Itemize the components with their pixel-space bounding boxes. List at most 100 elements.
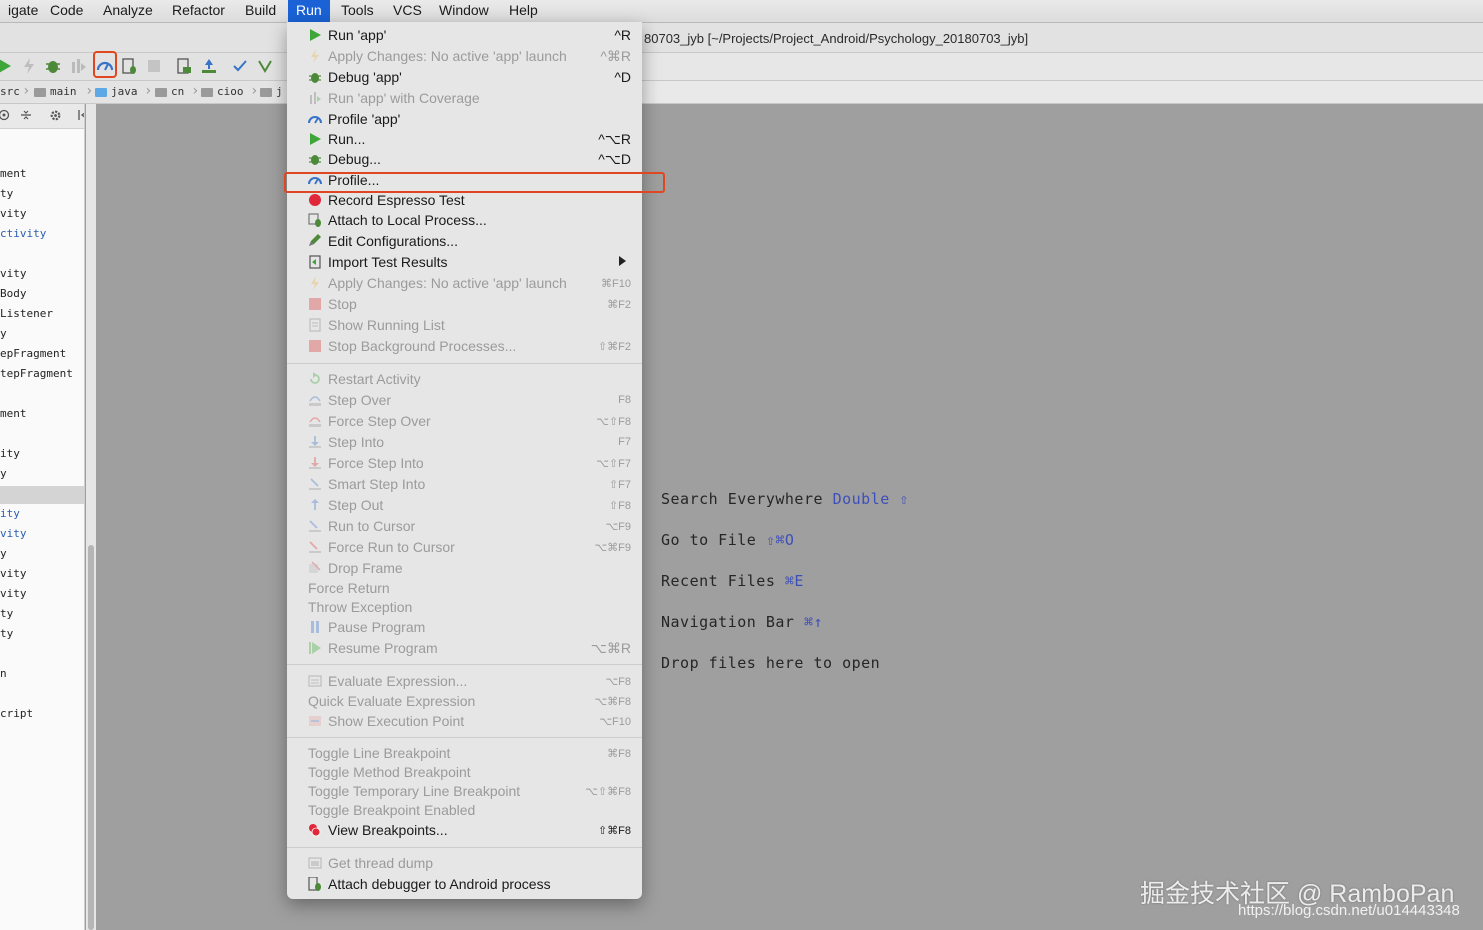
tree-item[interactable]: ty — [0, 186, 13, 202]
menu-vcs[interactable]: VCS — [385, 0, 430, 22]
menu-item-show-execution-point[interactable]: Show Execution Point ⌥F10 — [287, 711, 642, 731]
profile-icon — [308, 116, 322, 124]
menu-item-toggle-method-breakpoint[interactable]: Toggle Method Breakpoint — [287, 762, 642, 782]
collapse-all-icon[interactable] — [20, 109, 32, 121]
menu-item-debug[interactable]: Debug... ^⌥D — [287, 149, 642, 169]
tree-item[interactable]: ity — [0, 506, 20, 522]
tree-item[interactable]: Body — [0, 286, 27, 302]
menu-item-profile-app[interactable]: Profile 'app' — [287, 109, 642, 129]
menu-item-force-step-over[interactable]: Force Step Over ⌥⇧F8 — [287, 411, 642, 431]
menu-item-apply-changes-no-active-app-launch[interactable]: Apply Changes: No active 'app' launch ⌘F1… — [287, 273, 642, 293]
menu-item-run-to-cursor[interactable]: Run to Cursor ⌥F9 — [287, 516, 642, 536]
breadcrumb-java[interactable]: java — [95, 85, 138, 98]
menu-item-label: View Breakpoints... — [328, 822, 448, 838]
menu-item-force-run-to-cursor[interactable]: Force Run to Cursor ⌥⌘F9 — [287, 537, 642, 557]
tree-item[interactable]: vity — [0, 526, 27, 542]
breadcrumb-package[interactable]: j — [260, 85, 283, 98]
hide-panel-icon[interactable] — [77, 109, 85, 121]
evaluate-icon — [308, 675, 322, 687]
coverage-icon[interactable] — [69, 57, 87, 75]
menu-item-get-thread-dump[interactable]: Get thread dump — [287, 853, 642, 873]
menu-item-step-into[interactable]: Step Into F7 — [287, 432, 642, 452]
menu-item-stop[interactable]: Stop ⌘F2 — [287, 294, 642, 314]
menu-item-stop-background-processes[interactable]: Stop Background Processes... ⇧⌘F2 — [287, 336, 642, 356]
menu-item-toggle-breakpoint-enabled[interactable]: Toggle Breakpoint Enabled — [287, 800, 642, 820]
tree-item[interactable]: y — [0, 546, 7, 562]
menu-item-quick-evaluate-expression[interactable]: Quick Evaluate Expression ⌥⌘F8 — [287, 691, 642, 711]
locate-icon[interactable] — [0, 109, 10, 121]
menu-help[interactable]: Help — [501, 0, 546, 22]
menu-item-run-app[interactable]: Run 'app' ^R — [287, 25, 642, 45]
tree-item[interactable]: ty — [0, 606, 13, 622]
menu-item-evaluate-expression[interactable]: Evaluate Expression... ⌥F8 — [287, 671, 642, 691]
stop-icon[interactable] — [145, 57, 163, 75]
vcs-commit-icon[interactable] — [256, 57, 274, 75]
menu-item-toggle-temporary-line-breakpoint[interactable]: Toggle Temporary Line Breakpoint ⌥⇧⌘F8 — [287, 781, 642, 801]
tree-item[interactable]: ment — [0, 406, 27, 422]
menu-item-force-step-into[interactable]: Force Step Into ⌥⇧F7 — [287, 453, 642, 473]
menu-item-edit-configurations[interactable]: Edit Configurations... — [287, 231, 642, 251]
tree-item[interactable]: epFragment — [0, 346, 66, 362]
menu-item-run[interactable]: Run... ^⌥R — [287, 129, 642, 149]
menu-tools[interactable]: Tools — [333, 0, 382, 22]
tree-item[interactable]: ty — [0, 626, 13, 642]
sync-project-icon[interactable] — [175, 57, 193, 75]
menu-item-shortcut: ⇧⌘F2 — [597, 341, 631, 353]
menu-item-drop-frame[interactable]: Drop Frame — [287, 558, 642, 578]
menu-item-step-over[interactable]: Step Over F8 — [287, 390, 642, 410]
tree-item[interactable]: vity — [0, 566, 27, 582]
menu-item-throw-exception[interactable]: Throw Exception — [287, 597, 642, 617]
breadcrumb-cioo[interactable]: cioo — [201, 85, 244, 98]
menu-item-restart-activity[interactable]: Restart Activity — [287, 369, 642, 389]
debug-icon[interactable] — [44, 57, 62, 75]
run-icon — [310, 29, 321, 41]
tree-item[interactable]: cript — [0, 706, 33, 722]
tree-item[interactable]: vity — [0, 586, 27, 602]
tree-item[interactable]: n — [0, 666, 7, 682]
tree-item[interactable]: vity — [0, 206, 27, 222]
menu-code[interactable]: Code — [42, 0, 91, 22]
menu-item-view-breakpoints[interactable]: View Breakpoints... ⇧⌘F8 — [287, 820, 642, 840]
menu-item-debug-app[interactable]: Debug 'app' ^D — [287, 67, 642, 87]
menu-item-pause-program[interactable]: Pause Program — [287, 617, 642, 637]
apply-changes-icon[interactable] — [20, 57, 38, 75]
menu-item-shortcut: ⌥F10 — [599, 716, 631, 728]
menu-item-show-running-list[interactable]: Show Running List — [287, 315, 642, 335]
tree-item[interactable]: y — [0, 326, 7, 342]
sdk-manager-icon[interactable] — [200, 57, 218, 75]
tree-item[interactable]: ctivity — [0, 226, 46, 242]
run-icon[interactable] — [0, 57, 14, 75]
tree-item[interactable]: ity — [0, 446, 20, 462]
vcs-update-icon[interactable] — [231, 57, 249, 75]
menu-item-resume-program[interactable]: Resume Program ⌥⌘R — [287, 638, 642, 658]
menu-item-attach-debugger-to-android-process[interactable]: Attach debugger to Android process — [287, 874, 642, 894]
menu-item-run-app-with-coverage[interactable]: Run 'app' with Coverage — [287, 88, 642, 108]
tree-item[interactable]: tepFragment — [0, 366, 73, 382]
attach-debugger-icon[interactable] — [120, 57, 138, 75]
tree-item[interactable]: Listener — [0, 306, 53, 322]
menu-item-attach-to-local-process[interactable]: Attach to Local Process... — [287, 210, 642, 230]
menu-refactor[interactable]: Refactor — [164, 0, 233, 22]
menu-item-apply-changes-no-active-app-launch[interactable]: Apply Changes: No active 'app' launch ^⌘R — [287, 46, 642, 66]
menu-run[interactable]: Run — [288, 0, 330, 22]
menu-item-smart-step-into[interactable]: Smart Step Into ⇧F7 — [287, 474, 642, 494]
menu-navigate[interactable]: igate — [0, 0, 46, 22]
breadcrumb-main[interactable]: main — [34, 85, 77, 98]
menu-item-toggle-line-breakpoint[interactable]: Toggle Line Breakpoint ⌘F8 — [287, 743, 642, 763]
tree-item[interactable]: vity — [0, 266, 27, 282]
scrollbar-thumb[interactable] — [88, 545, 94, 930]
menu-item-record-espresso-test[interactable]: Record Espresso Test — [287, 190, 642, 210]
menu-item-step-out[interactable]: Step Out ⇧F8 — [287, 495, 642, 515]
tree-item[interactable]: ment — [0, 166, 27, 182]
tree-item[interactable]: y — [0, 466, 7, 482]
menu-separator — [287, 847, 642, 848]
menu-window[interactable]: Window — [431, 0, 497, 22]
gear-icon[interactable] — [49, 109, 62, 122]
menu-item-import-test-results[interactable]: Import Test Results — [287, 252, 642, 272]
watermark-url: https://blog.csdn.net/u014443348 — [1238, 902, 1460, 919]
menu-build[interactable]: Build — [237, 0, 284, 22]
breadcrumb-src[interactable]: src — [0, 85, 20, 98]
menu-analyze[interactable]: Analyze — [95, 0, 161, 22]
menu-item-force-return[interactable]: Force Return — [287, 578, 642, 598]
breadcrumb-cn[interactable]: cn — [155, 85, 184, 98]
